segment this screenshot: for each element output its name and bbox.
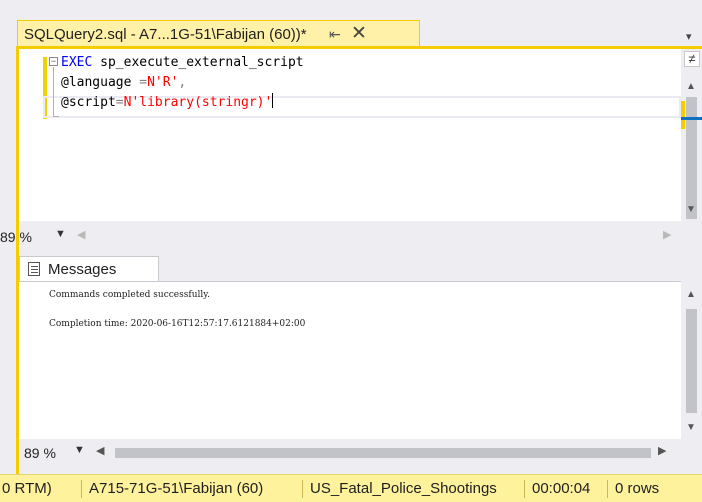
status-connection: A715-71G-51\Fabijan (60): [89, 480, 264, 497]
text-caret: [272, 93, 274, 108]
horizontal-scroll-thumb[interactable]: [115, 448, 651, 458]
param-language: @language: [61, 75, 132, 90]
scroll-right-icon[interactable]: ▶: [658, 444, 666, 457]
split-window-icon[interactable]: ≠: [684, 51, 700, 67]
scroll-thumb[interactable]: [686, 97, 697, 219]
status-server-version: 0 RTM): [2, 480, 52, 497]
comma: ,: [178, 75, 187, 90]
caret-position-marker: [681, 117, 702, 120]
messages-vertical-scrollbar[interactable]: ▲ ▼: [681, 281, 702, 439]
results-pane: Messages Commands completed successfully…: [19, 252, 702, 502]
tab-title: SQLQuery2.sql - A7...1G-51\Fabijan (60))…: [24, 26, 307, 43]
scroll-up-icon[interactable]: ▲: [686, 81, 696, 92]
operator: =: [115, 95, 124, 110]
status-separator: [524, 480, 525, 498]
tab-overflow-dropdown-icon[interactable]: ▾: [686, 30, 692, 43]
chevron-down-icon[interactable]: ▼: [55, 228, 66, 240]
status-elapsed-time: 00:00:04: [532, 480, 591, 497]
scroll-left-icon[interactable]: ◀: [96, 444, 104, 457]
sql-editor[interactable]: EXEC sp_execute_external_script @languag…: [19, 49, 681, 221]
scroll-up-icon[interactable]: ▲: [686, 289, 696, 300]
status-row-count: 0 rows: [615, 480, 660, 497]
string-literal: N'R': [147, 75, 179, 90]
status-separator: [81, 480, 82, 498]
editor-margin: [19, 49, 41, 221]
status-bar: 0 RTM) A715-71G-51\Fabijan (60) US_Fatal…: [0, 474, 702, 502]
status-separator: [607, 480, 608, 498]
change-marker: [681, 101, 685, 129]
keyword-exec: EXEC: [61, 55, 93, 70]
operator: =: [131, 75, 148, 90]
collapse-outline-icon[interactable]: −: [49, 57, 58, 66]
code-line-1: EXEC sp_execute_external_script: [49, 53, 304, 73]
results-zoom-level[interactable]: 89 %: [24, 445, 56, 461]
chevron-down-icon[interactable]: ▼: [74, 444, 85, 456]
code-line-2: @language =N'R',: [49, 73, 304, 93]
status-database: US_Fatal_Police_Shootings: [310, 480, 497, 497]
editor-zoom-level[interactable]: 89 %: [0, 229, 32, 245]
message-line: Completion time: 2020-06-16T12:57:17.612…: [49, 319, 306, 329]
messages-output[interactable]: Commands completed successfully. Complet…: [19, 281, 681, 439]
scroll-thumb[interactable]: [686, 309, 697, 413]
editor-zoom-bar: 89 % ▼ ◀ ▶: [0, 226, 702, 248]
pin-tab-icon[interactable]: ⇤: [329, 26, 341, 43]
string-literal: N'library(stringr)': [123, 95, 273, 110]
code-line-3: @script=N'library(stringr)': [49, 93, 304, 113]
code-lines[interactable]: EXEC sp_execute_external_script @languag…: [49, 53, 304, 113]
scroll-right-icon[interactable]: ▶: [663, 228, 671, 241]
procedure-name: sp_execute_external_script: [92, 55, 304, 70]
editor-vertical-scrollbar[interactable]: ≠ ▲ ▼: [681, 49, 702, 221]
message-line: Commands completed successfully.: [49, 290, 210, 300]
outline-guide-end: [53, 116, 59, 117]
tab-messages[interactable]: Messages: [19, 256, 159, 282]
query-document-tab[interactable]: SQLQuery2.sql - A7...1G-51\Fabijan (60))…: [17, 20, 420, 48]
close-tab-icon[interactable]: ✕: [351, 22, 367, 45]
status-separator: [302, 480, 303, 498]
param-script: @script: [61, 95, 116, 110]
scroll-down-icon[interactable]: ▼: [686, 422, 696, 433]
scroll-down-icon[interactable]: ▼: [686, 204, 696, 215]
tab-label: Messages: [48, 261, 117, 278]
messages-icon: [28, 262, 40, 276]
scroll-left-icon[interactable]: ◀: [77, 228, 85, 241]
results-zoom-bar: 89 % ▼ ◀ ▶: [19, 442, 702, 464]
